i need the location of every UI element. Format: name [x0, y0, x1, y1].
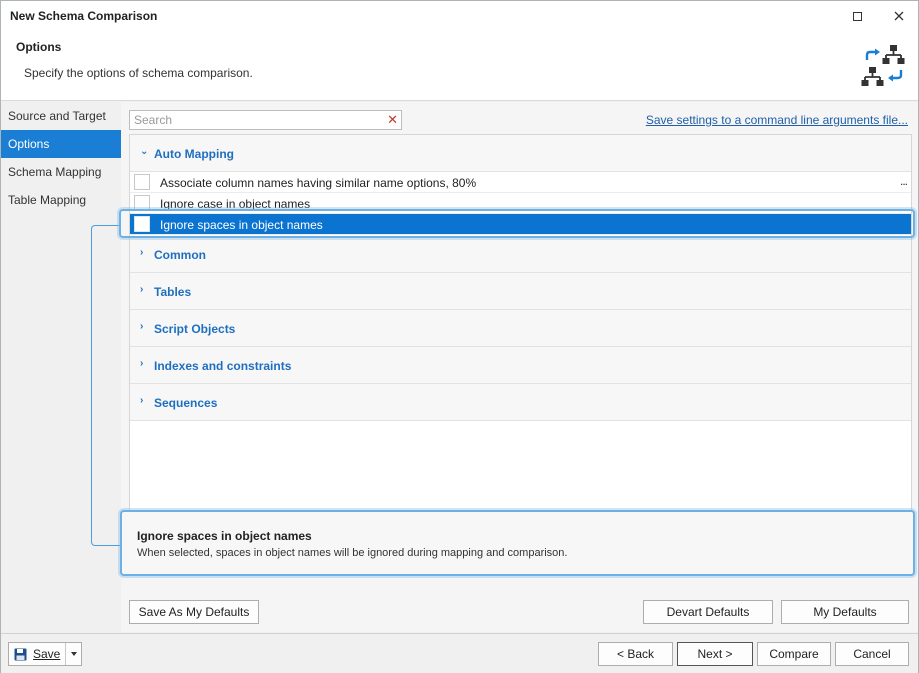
- clear-search-icon[interactable]: ✕: [387, 112, 398, 128]
- option-label: Ignore spaces in object names: [160, 218, 323, 232]
- chevron-right-icon: ›: [140, 247, 144, 258]
- sidebar-item-source-and-target[interactable]: Source and Target: [1, 102, 121, 130]
- description-text: When selected, spaces in object names wi…: [137, 547, 568, 559]
- option-description-panel: Ignore spaces in object names When selec…: [120, 510, 915, 576]
- group-label: Sequences: [154, 396, 218, 410]
- my-defaults-button[interactable]: My Defaults: [781, 600, 909, 624]
- next-button[interactable]: Next >: [677, 642, 753, 666]
- group-auto-mapping[interactable]: ⌄ Auto Mapping: [130, 135, 911, 172]
- description-title: Ignore spaces in object names: [137, 529, 312, 543]
- group-label: Script Objects: [154, 322, 236, 336]
- option-row[interactable]: Associate column names having similar na…: [130, 172, 911, 193]
- dialog-window: New Schema Comparison Options Specify th…: [0, 0, 919, 673]
- option-row[interactable]: Ignore case in object names: [130, 193, 911, 214]
- option-label: Associate column names having similar na…: [160, 176, 477, 190]
- cancel-button[interactable]: Cancel: [835, 642, 909, 666]
- group-label: Indexes and constraints: [154, 359, 292, 373]
- chevron-down-icon: ⌄: [140, 146, 149, 157]
- save-split-button: Save: [8, 642, 82, 666]
- save-as-my-defaults-button[interactable]: Save As My Defaults: [129, 600, 259, 624]
- dialog-footer: Save < Back Next > Compare Cancel: [1, 633, 918, 673]
- window-title: New Schema Comparison: [10, 9, 158, 23]
- group-common[interactable]: › Common: [130, 236, 911, 273]
- sidebar-item-schema-mapping[interactable]: Schema Mapping: [1, 158, 121, 186]
- page-header: Options Specify the options of schema co…: [1, 31, 918, 101]
- close-icon: [894, 11, 904, 21]
- group-label: Common: [154, 248, 206, 262]
- group-sequences[interactable]: › Sequences: [130, 384, 911, 421]
- dropdown-arrow-icon: [70, 652, 77, 656]
- page-title: Options: [16, 40, 62, 54]
- group-indexes-and-constraints[interactable]: › Indexes and constraints: [130, 347, 911, 384]
- chevron-right-icon: ›: [140, 321, 144, 332]
- more-options-button[interactable]: ...: [900, 174, 908, 188]
- sidebar-item-options[interactable]: Options: [1, 130, 121, 158]
- option-checkbox[interactable]: [134, 216, 150, 232]
- search-input[interactable]: [130, 111, 380, 129]
- page-subtitle: Specify the options of schema comparison…: [24, 66, 253, 80]
- save-dropdown-button[interactable]: [65, 643, 81, 665]
- option-row-selected[interactable]: Ignore spaces in object names: [130, 214, 911, 235]
- title-bar: New Schema Comparison: [1, 1, 918, 31]
- chevron-right-icon: ›: [140, 284, 144, 295]
- option-label: Ignore case in object names: [160, 197, 311, 211]
- chevron-right-icon: ›: [140, 358, 144, 369]
- group-label: Tables: [154, 285, 192, 299]
- group-tables[interactable]: › Tables: [130, 273, 911, 310]
- group-script-objects[interactable]: › Script Objects: [130, 310, 911, 347]
- chevron-right-icon: ›: [140, 395, 144, 406]
- schema-compare-icon: [861, 45, 905, 86]
- devart-defaults-button[interactable]: Devart Defaults: [643, 600, 773, 624]
- sidebar-item-table-mapping[interactable]: Table Mapping: [1, 186, 121, 214]
- save-button[interactable]: Save: [9, 643, 65, 665]
- compare-button[interactable]: Compare: [757, 642, 831, 666]
- options-tree: ⌄ Auto Mapping Associate column names ha…: [129, 134, 912, 516]
- wizard-sidebar: Source and Target Options Schema Mapping…: [1, 102, 121, 632]
- group-label: Auto Mapping: [154, 147, 234, 161]
- search-box: ✕: [129, 110, 402, 130]
- save-settings-link[interactable]: Save settings to a command line argument…: [646, 113, 908, 127]
- maximize-icon: [852, 11, 862, 21]
- close-button[interactable]: [885, 5, 913, 27]
- floppy-disk-icon: [14, 648, 27, 660]
- option-checkbox[interactable]: [134, 195, 150, 211]
- save-label: Save: [33, 647, 61, 661]
- option-checkbox[interactable]: [134, 174, 150, 190]
- maximize-button[interactable]: [843, 5, 871, 27]
- back-button[interactable]: < Back: [598, 642, 673, 666]
